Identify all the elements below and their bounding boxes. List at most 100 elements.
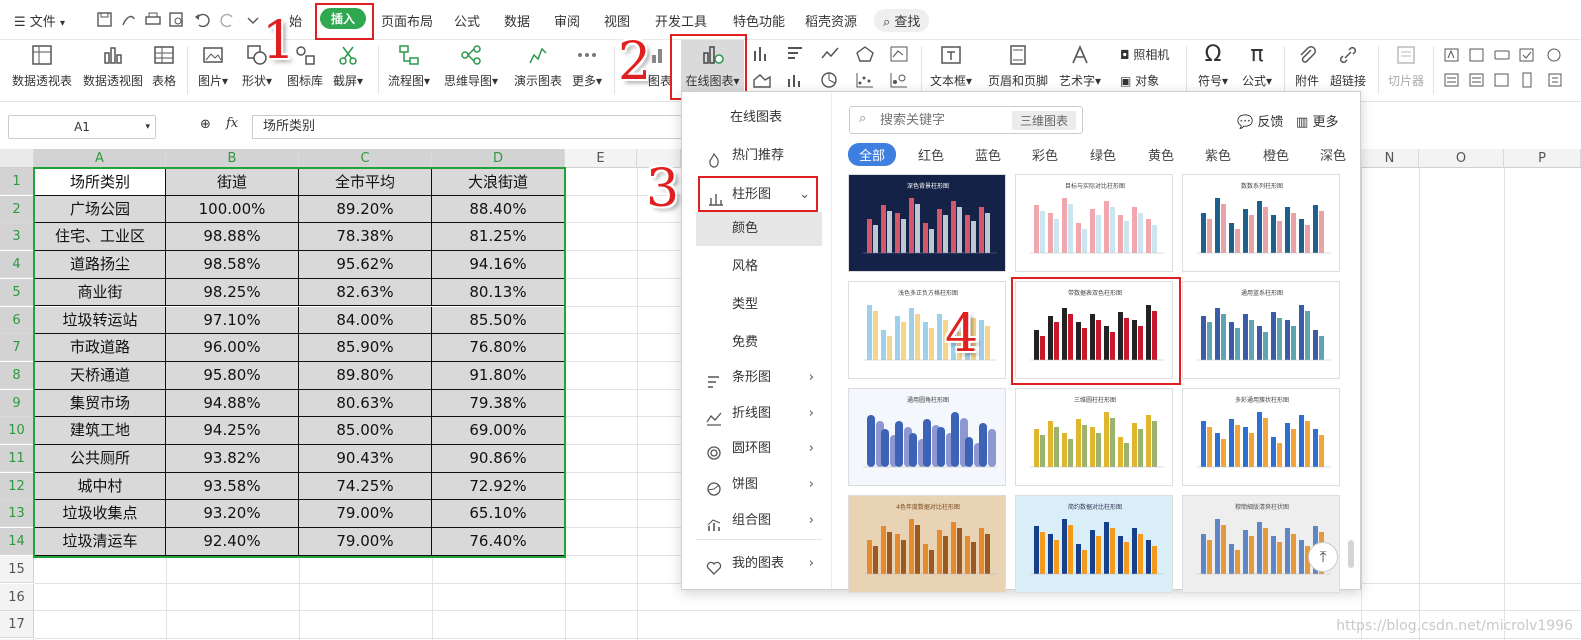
table-cell[interactable]: 91.80% xyxy=(432,361,565,390)
pivot-table-button[interactable]: 数据透视表 xyxy=(12,43,72,89)
bubble-chart-icon[interactable] xyxy=(889,71,909,89)
table-cell[interactable]: 85.00% xyxy=(299,417,432,445)
sidebar-subitem-color[interactable]: 颜色 xyxy=(696,212,822,246)
table-cell[interactable]: 65.10% xyxy=(432,500,565,529)
table-cell[interactable]: 69.00% xyxy=(432,417,565,445)
chart-search-box[interactable]: ⌕ 三维图表 xyxy=(849,106,1083,134)
filter-green[interactable]: 绿色 xyxy=(1090,145,1116,164)
chart-template-card[interactable]: 数数系列柱形图 xyxy=(1182,174,1340,272)
column-header[interactable]: C xyxy=(299,149,432,168)
column-chart-icon[interactable] xyxy=(752,45,772,63)
column-header[interactable]: D xyxy=(432,149,565,168)
row-header[interactable]: 7 xyxy=(0,334,34,362)
sidebar-item-donut[interactable]: 圆环图 › xyxy=(682,432,832,466)
listbox-control-icon[interactable] xyxy=(1442,71,1462,89)
row-header[interactable]: 13 xyxy=(0,500,34,528)
picture-button[interactable]: 图片▾ xyxy=(198,43,228,89)
table-cell[interactable]: 79.38% xyxy=(432,389,565,418)
table-cell[interactable]: 92.40% xyxy=(166,528,299,556)
spinner-control-icon[interactable] xyxy=(1545,71,1565,89)
flowchart-button[interactable]: 流程图▾ xyxy=(388,43,430,89)
sidebar-item-my-charts[interactable]: 我的图表 › xyxy=(682,547,832,581)
table-cell[interactable]: 82.63% xyxy=(299,278,432,307)
table-cell[interactable]: 88.40% xyxy=(432,195,565,224)
symbol-button[interactable]: Ω 符号▾ xyxy=(1198,43,1228,89)
row-header[interactable]: 12 xyxy=(0,472,34,500)
row-header[interactable]: 8 xyxy=(0,361,34,389)
fx-icon[interactable]: fx xyxy=(226,116,238,131)
button-control-icon[interactable] xyxy=(1492,46,1512,64)
filter-yellow[interactable]: 黄色 xyxy=(1148,145,1174,164)
table-cell[interactable]: 道路扬尘 xyxy=(34,251,166,279)
print-preview-icon[interactable] xyxy=(167,11,187,29)
tab-docer[interactable]: 稻壳资源 xyxy=(805,11,857,30)
filter-purple[interactable]: 紫色 xyxy=(1205,145,1231,164)
table-cell[interactable]: 天桥通道 xyxy=(34,361,166,390)
panel-scrollbar[interactable] xyxy=(1348,540,1354,568)
table-cell[interactable]: 94.88% xyxy=(166,389,299,418)
file-menu[interactable]: ☰ 文件 ▾ xyxy=(14,11,65,30)
table-cell[interactable]: 住宅、工业区 xyxy=(34,223,166,252)
groupbox-control-icon[interactable] xyxy=(1492,71,1512,89)
chart-template-card[interactable]: 通用蓝系柱形图 xyxy=(1182,281,1340,379)
form-control-icon[interactable] xyxy=(1442,46,1462,64)
stock-chart-icon[interactable] xyxy=(889,45,909,63)
table-cell[interactable]: 垃圾转运站 xyxy=(34,306,166,335)
table-cell[interactable]: 公共厕所 xyxy=(34,445,166,473)
table-cell[interactable]: 85.90% xyxy=(299,334,432,362)
table-cell[interactable]: 100.00% xyxy=(166,195,299,224)
table-cell[interactable]: 98.58% xyxy=(166,251,299,279)
table-cell[interactable]: 垃圾收集点 xyxy=(34,500,166,529)
filter-blue[interactable]: 蓝色 xyxy=(975,145,1001,164)
filter-dark[interactable]: 深色 xyxy=(1320,145,1346,164)
row-header[interactable]: 4 xyxy=(0,251,34,279)
row-header[interactable]: 5 xyxy=(0,278,34,306)
table-cell[interactable]: 90.43% xyxy=(299,445,432,473)
header-cell[interactable]: 场所类别 xyxy=(34,168,166,196)
radar-chart-icon[interactable] xyxy=(855,45,875,63)
formula-button[interactable]: π 公式▾ xyxy=(1242,43,1272,89)
combobox-control-icon[interactable] xyxy=(1467,71,1487,89)
more-button[interactable]: 更多▾ xyxy=(572,43,602,89)
column-header[interactable]: E xyxy=(565,149,637,168)
pivot-chart-button[interactable]: 数据透视图 xyxy=(83,43,143,89)
row-header[interactable]: 1 xyxy=(0,168,34,195)
format-painter-icon[interactable] xyxy=(119,11,139,29)
column-header[interactable]: B xyxy=(166,149,299,168)
table-cell[interactable]: 85.50% xyxy=(432,306,565,335)
sidebar-item-pie[interactable]: 饼图 › xyxy=(682,468,832,502)
area-chart-icon[interactable] xyxy=(752,71,772,89)
screenshot-button[interactable]: 截屏▾ xyxy=(333,43,363,89)
column-header[interactable]: N xyxy=(1361,149,1419,168)
scatter-chart-icon[interactable] xyxy=(855,71,875,89)
table-button[interactable]: 表格 xyxy=(152,43,176,89)
table-cell[interactable]: 集贸市场 xyxy=(34,389,166,418)
table-cell[interactable]: 96.00% xyxy=(166,334,299,362)
table-cell[interactable]: 72.92% xyxy=(432,472,565,501)
row-header[interactable]: 6 xyxy=(0,306,34,334)
sidebar-subitem-style[interactable]: 风格 xyxy=(682,250,832,284)
tab-review[interactable]: 审阅 xyxy=(554,11,580,30)
formula-input[interactable]: 场所类别 xyxy=(252,115,682,139)
bar-chart-icon[interactable] xyxy=(786,45,806,63)
zoom-icon[interactable]: ⊕ xyxy=(200,117,211,132)
slicer-button[interactable]: 切片器 xyxy=(1388,43,1424,89)
row-header[interactable]: 17 xyxy=(0,611,34,639)
search-command[interactable]: ⌕ 查找 xyxy=(874,9,930,32)
label-control-icon[interactable] xyxy=(1467,46,1487,64)
sidebar-subitem-free[interactable]: 免费 xyxy=(682,326,832,360)
table-cell[interactable]: 94.25% xyxy=(166,417,299,445)
line-chart-icon[interactable] xyxy=(820,45,840,63)
tab-developer[interactable]: 开发工具 xyxy=(655,11,707,30)
table-cell[interactable]: 95.62% xyxy=(299,251,432,279)
chart-template-card[interactable]: 简约数据对比柱形图 xyxy=(1015,495,1173,593)
undo-icon[interactable] xyxy=(193,11,213,29)
tab-page-layout[interactable]: 页面布局 xyxy=(381,11,433,30)
column-header[interactable]: P xyxy=(1504,149,1581,168)
wordart-button[interactable]: 艺术字▾ xyxy=(1059,43,1101,89)
table-cell[interactable]: 89.20% xyxy=(299,195,432,224)
table-cell[interactable]: 93.20% xyxy=(166,500,299,529)
sidebar-item-line[interactable]: 折线图 › xyxy=(682,397,832,431)
row-header[interactable]: 11 xyxy=(0,445,34,472)
filter-all[interactable]: 全部 xyxy=(848,143,897,166)
